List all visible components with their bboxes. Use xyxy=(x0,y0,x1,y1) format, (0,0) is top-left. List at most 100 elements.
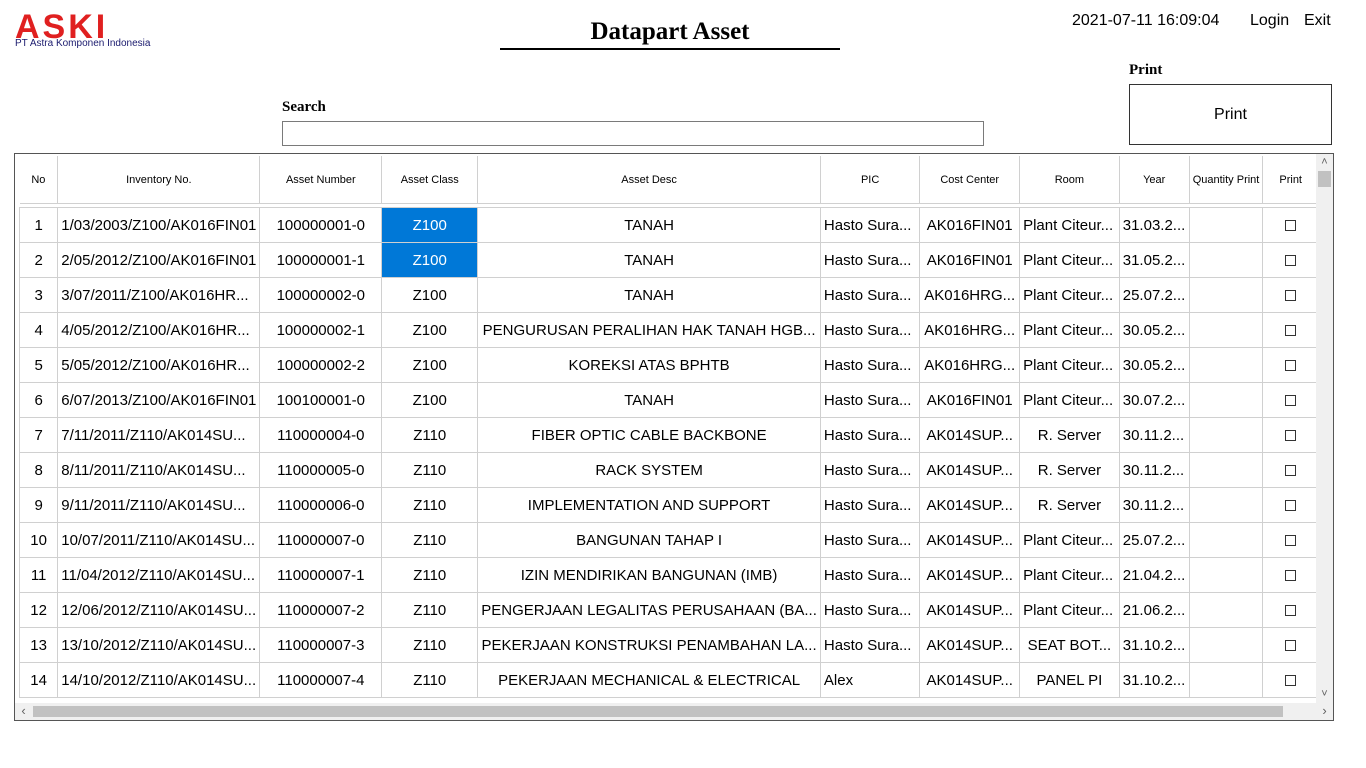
cell-asset-desc[interactable]: TANAH xyxy=(477,382,821,418)
cell-asset-desc[interactable]: FIBER OPTIC CABLE BACKBONE xyxy=(477,417,821,453)
cell-asset-class[interactable]: Z110 xyxy=(381,417,479,453)
print-checkbox[interactable] xyxy=(1285,535,1297,547)
cell-cost-center[interactable]: AK016FIN01 xyxy=(919,207,1021,243)
cell-cost-center[interactable]: AK014SUP... xyxy=(919,522,1021,558)
print-checkbox[interactable] xyxy=(1285,325,1297,337)
cell-cost-center[interactable]: AK014SUP... xyxy=(919,452,1021,488)
cell-quantity-print[interactable] xyxy=(1188,242,1264,278)
cell-no[interactable]: 11 xyxy=(19,557,59,593)
cell-year[interactable]: 21.06.2... xyxy=(1118,592,1190,628)
cell-asset-class[interactable]: Z100 xyxy=(381,277,479,313)
cell-no[interactable]: 13 xyxy=(19,627,59,663)
cell-asset-desc[interactable]: TANAH xyxy=(477,242,821,278)
cell-inventory-no[interactable]: 3/07/2011/Z100/AK016HR... xyxy=(57,277,261,313)
cell-pic[interactable]: Hasto Sura... xyxy=(819,382,921,418)
cell-year[interactable]: 30.11.2... xyxy=(1118,452,1190,488)
cell-cost-center[interactable]: AK014SUP... xyxy=(919,662,1021,698)
print-checkbox[interactable] xyxy=(1285,605,1297,617)
cell-asset-class[interactable]: Z110 xyxy=(381,522,479,558)
cell-quantity-print[interactable] xyxy=(1188,662,1264,698)
cell-pic[interactable]: Hasto Sura... xyxy=(819,557,921,593)
cell-pic[interactable]: Hasto Sura... xyxy=(819,452,921,488)
cell-asset-class[interactable]: Z110 xyxy=(381,627,479,663)
cell-quantity-print[interactable] xyxy=(1188,417,1264,453)
cell-year[interactable]: 30.05.2... xyxy=(1118,347,1190,383)
print-button[interactable]: Print xyxy=(1129,84,1332,145)
cell-year[interactable]: 30.11.2... xyxy=(1118,487,1190,523)
cell-quantity-print[interactable] xyxy=(1188,347,1264,383)
cell-no[interactable]: 9 xyxy=(19,487,59,523)
cell-year[interactable]: 21.04.2... xyxy=(1118,557,1190,593)
cell-no[interactable]: 1 xyxy=(19,207,59,243)
cell-pic[interactable]: Hasto Sura... xyxy=(819,627,921,663)
table-row[interactable]: 6 6/07/2013/Z100/AK016FIN01 100100001-0 Z10… xyxy=(19,382,1317,418)
cell-no[interactable]: 4 xyxy=(19,312,59,348)
cell-cost-center[interactable]: AK014SUP... xyxy=(919,627,1021,663)
cell-asset-desc[interactable]: PEKERJAAN MECHANICAL & ELECTRICAL xyxy=(477,662,821,698)
cell-room[interactable]: Plant Citeur... xyxy=(1019,312,1120,348)
cell-cost-center[interactable]: AK016HRG... xyxy=(919,277,1021,313)
table-row[interactable]: 12 12/06/2012/Z110/AK014SU... 110000007-2 Z… xyxy=(19,592,1317,628)
cell-quantity-print[interactable] xyxy=(1188,487,1264,523)
column-header-quantity-print[interactable]: Quantity Print xyxy=(1189,156,1264,204)
cell-year[interactable]: 25.07.2... xyxy=(1118,522,1190,558)
cell-inventory-no[interactable]: 1/03/2003/Z100/AK016FIN01 xyxy=(57,207,261,243)
cell-quantity-print[interactable] xyxy=(1188,522,1264,558)
cell-pic[interactable]: Alex xyxy=(819,662,921,698)
cell-asset-number[interactable]: 110000007-2 xyxy=(259,592,383,628)
column-header-asset-class[interactable]: Asset Class xyxy=(381,156,479,204)
exit-link[interactable]: Exit xyxy=(1304,12,1331,30)
cell-year[interactable]: 31.10.2... xyxy=(1118,662,1190,698)
cell-pic[interactable]: Hasto Sura... xyxy=(819,522,921,558)
cell-asset-number[interactable]: 100000001-0 xyxy=(259,207,383,243)
cell-cost-center[interactable]: AK014SUP... xyxy=(919,417,1021,453)
vertical-scrollbar[interactable]: ˄ ˅ xyxy=(1316,154,1333,703)
cell-year[interactable]: 31.10.2... xyxy=(1118,627,1190,663)
scroll-up-icon[interactable]: ˄ xyxy=(1316,154,1333,171)
cell-asset-number[interactable]: 100000002-0 xyxy=(259,277,383,313)
print-checkbox[interactable] xyxy=(1285,290,1297,302)
print-checkbox[interactable] xyxy=(1285,255,1297,267)
search-input[interactable] xyxy=(282,121,984,146)
cell-asset-number[interactable]: 110000007-0 xyxy=(259,522,383,558)
cell-cost-center[interactable]: AK014SUP... xyxy=(919,592,1021,628)
column-header-pic[interactable]: PIC xyxy=(820,156,921,204)
cell-asset-class[interactable]: Z110 xyxy=(381,662,479,698)
cell-room[interactable]: Plant Citeur... xyxy=(1019,382,1120,418)
cell-year[interactable]: 25.07.2... xyxy=(1118,277,1190,313)
horizontal-scroll-thumb[interactable] xyxy=(33,706,1283,717)
cell-quantity-print[interactable] xyxy=(1188,207,1264,243)
cell-inventory-no[interactable]: 4/05/2012/Z100/AK016HR... xyxy=(57,312,261,348)
column-header-no[interactable]: No xyxy=(19,156,59,204)
print-checkbox[interactable] xyxy=(1285,675,1297,687)
cell-no[interactable]: 3 xyxy=(19,277,59,313)
cell-cost-center[interactable]: AK016FIN01 xyxy=(919,382,1021,418)
cell-inventory-no[interactable]: 14/10/2012/Z110/AK014SU... xyxy=(57,662,261,698)
cell-inventory-no[interactable]: 6/07/2013/Z100/AK016FIN01 xyxy=(57,382,261,418)
cell-asset-number[interactable]: 100000002-2 xyxy=(259,347,383,383)
cell-cost-center[interactable]: AK014SUP... xyxy=(919,487,1021,523)
cell-room[interactable]: SEAT BOT... xyxy=(1019,627,1120,663)
cell-quantity-print[interactable] xyxy=(1188,592,1264,628)
cell-asset-number[interactable]: 100000001-1 xyxy=(259,242,383,278)
cell-room[interactable]: Plant Citeur... xyxy=(1019,592,1120,628)
cell-inventory-no[interactable]: 2/05/2012/Z100/AK016FIN01 xyxy=(57,242,261,278)
cell-no[interactable]: 7 xyxy=(19,417,59,453)
cell-cost-center[interactable]: AK016HRG... xyxy=(919,347,1021,383)
asset-grid[interactable]: No Inventory No. Asset Number Asset Clas… xyxy=(14,153,1334,721)
cell-pic[interactable]: Hasto Sura... xyxy=(819,207,921,243)
cell-room[interactable]: Plant Citeur... xyxy=(1019,347,1120,383)
column-header-year[interactable]: Year xyxy=(1119,156,1190,204)
print-checkbox[interactable] xyxy=(1285,570,1297,582)
cell-inventory-no[interactable]: 9/11/2011/Z110/AK014SU... xyxy=(57,487,261,523)
cell-year[interactable]: 30.07.2... xyxy=(1118,382,1190,418)
cell-inventory-no[interactable]: 10/07/2011/Z110/AK014SU... xyxy=(57,522,261,558)
cell-no[interactable]: 10 xyxy=(19,522,59,558)
cell-quantity-print[interactable] xyxy=(1188,557,1264,593)
cell-asset-desc[interactable]: IZIN MENDIRIKAN BANGUNAN (IMB) xyxy=(477,557,821,593)
table-row[interactable]: 13 13/10/2012/Z110/AK014SU... 110000007-3 Z… xyxy=(19,627,1317,663)
cell-cost-center[interactable]: AK016HRG... xyxy=(919,312,1021,348)
cell-year[interactable]: 30.11.2... xyxy=(1118,417,1190,453)
cell-no[interactable]: 12 xyxy=(19,592,59,628)
login-link[interactable]: Login xyxy=(1250,12,1289,30)
